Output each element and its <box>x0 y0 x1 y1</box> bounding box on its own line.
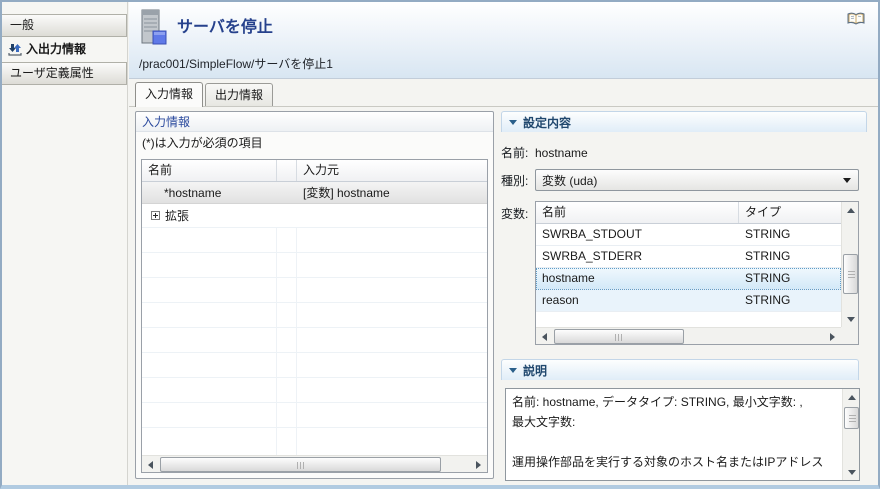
desc-line: 最大文字数: <box>512 412 839 432</box>
dropdown-arrow-icon <box>843 178 851 183</box>
desc-line: 運用操作部品を実行する対象のホスト名またはIPアドレス <box>512 452 839 472</box>
page-header: サーバを停止 /prac001/SimpleFlow/サーバを停止1 <box>129 2 878 79</box>
table-row-expand[interactable]: 拡張 <box>142 204 487 228</box>
type-label: 種別: <box>501 172 535 189</box>
variables-label: 変数: <box>501 201 535 222</box>
table-row-hostname[interactable]: *hostname [変数] hostname <box>142 182 487 204</box>
required-note: (*)は入力が必須の項目 <box>136 132 493 154</box>
hscrollbar-thumb[interactable] <box>554 329 684 344</box>
description-box[interactable]: 名前: hostname, データタイプ: STRING, 最小文字数: , 最… <box>505 388 860 481</box>
scroll-down-arrow-icon[interactable] <box>842 311 859 327</box>
column-header-source[interactable]: 入力元 <box>297 160 487 181</box>
input-table-hscrollbar[interactable] <box>142 455 487 472</box>
main-area: サーバを停止 /prac001/SimpleFlow/サーバを停止1 入力情報 … <box>129 2 878 485</box>
var-column-type[interactable]: タイプ <box>739 202 841 223</box>
sidebar-item-label: 入出力情報 <box>26 39 86 60</box>
vscrollbar-thumb[interactable] <box>844 407 859 429</box>
description-section-title: 説明 <box>523 362 547 379</box>
input-table: 名前 入力元 *hostname [変数] hostname 拡張 <box>141 159 488 473</box>
scroll-left-arrow-icon[interactable] <box>536 328 553 345</box>
tab-content: 入力情報 (*)は入力が必須の項目 名前 入力元 *hostname [変数] … <box>129 107 878 485</box>
scroll-right-arrow-icon[interactable] <box>470 456 487 473</box>
scroll-left-arrow-icon[interactable] <box>142 456 159 473</box>
name-value: hostname <box>535 146 588 160</box>
type-select-value: 変数 (uda) <box>542 172 597 189</box>
description-section-header[interactable]: 説明 <box>501 359 859 380</box>
page-title: サーバを停止 <box>177 9 273 47</box>
var-row-hostname[interactable]: hostname STRING <box>536 268 841 290</box>
variables-table-header: 名前 タイプ <box>536 202 841 224</box>
input-table-header: 名前 入力元 <box>142 160 487 182</box>
tab-label: 入力情報 <box>145 87 193 101</box>
sidebar-item-label: 一般 <box>10 18 34 32</box>
vscrollbar-thumb[interactable] <box>843 254 858 294</box>
empty-row <box>142 353 487 378</box>
var-column-name[interactable]: 名前 <box>536 202 739 223</box>
desc-line <box>512 432 839 452</box>
empty-row <box>142 403 487 428</box>
description-vscrollbar[interactable] <box>842 389 859 480</box>
var-row-swrba-stdout[interactable]: SWRBA_STDOUT STRING <box>536 224 841 246</box>
tab-input-info[interactable]: 入力情報 <box>135 82 203 107</box>
hscrollbar-thumb[interactable] <box>160 457 441 472</box>
cell-name: 拡張 <box>165 204 189 227</box>
settings-section-header[interactable]: 設定内容 <box>501 111 867 132</box>
settings-column: 設定内容 名前: hostname 種別: 変数 (uda) 変数: <box>501 111 867 485</box>
empty-row <box>142 328 487 353</box>
tab-bar: 入力情報 出力情報 <box>129 80 878 107</box>
input-info-panel: 入力情報 (*)は入力が必須の項目 名前 入力元 *hostname [変数] … <box>135 111 494 479</box>
empty-row <box>142 278 487 303</box>
empty-row <box>142 378 487 403</box>
variables-table: 名前 タイプ SWRBA_STDOUT STRING SWRBA_STDERR … <box>535 201 859 345</box>
desc-line: 名前: hostname, データタイプ: STRING, 最小文字数: , <box>512 392 839 412</box>
empty-row <box>142 228 487 253</box>
empty-row <box>142 253 487 278</box>
input-panel-title: 入力情報 <box>136 112 493 132</box>
sidebar-item-io-info[interactable]: 入出力情報 <box>2 38 127 61</box>
sidebar-item-label: ユーザ定義属性 <box>10 66 94 80</box>
name-label: 名前: <box>501 144 535 161</box>
scroll-up-arrow-icon[interactable] <box>842 202 859 218</box>
scroll-up-arrow-icon[interactable] <box>843 389 860 405</box>
variables-vscrollbar[interactable] <box>841 202 858 327</box>
scroll-right-arrow-icon[interactable] <box>824 328 841 345</box>
type-select[interactable]: 変数 (uda) <box>535 169 859 191</box>
help-book-icon[interactable] <box>847 12 865 26</box>
cell-name: *hostname <box>142 182 277 203</box>
column-header-name[interactable]: 名前 <box>142 160 277 181</box>
cell-source: [変数] hostname <box>297 182 487 203</box>
description-text: 名前: hostname, データタイプ: STRING, 最小文字数: , 最… <box>512 392 839 478</box>
properties-window: 一般 入出力情報 ユーザ定義属性 <box>0 0 880 489</box>
settings-section-title: 設定内容 <box>523 114 571 131</box>
expand-plus-icon[interactable] <box>151 211 160 220</box>
tab-output-info[interactable]: 出力情報 <box>205 83 273 106</box>
var-row-swrba-stderr[interactable]: SWRBA_STDERR STRING <box>536 246 841 268</box>
breadcrumb-path: /prac001/SimpleFlow/サーバを停止1 <box>139 55 333 72</box>
column-header-spacer <box>277 160 297 181</box>
collapse-triangle-icon <box>509 120 517 125</box>
tab-label: 出力情報 <box>215 88 263 102</box>
var-row-reason[interactable]: reason STRING <box>536 290 841 312</box>
empty-row <box>142 303 487 328</box>
variables-hscrollbar[interactable] <box>536 327 841 344</box>
sidebar: 一般 入出力情報 ユーザ定義属性 <box>2 2 128 485</box>
sidebar-item-user-attrs[interactable]: ユーザ定義属性 <box>2 62 127 85</box>
empty-row <box>142 428 487 455</box>
input-output-icon <box>8 43 22 56</box>
sidebar-item-general[interactable]: 一般 <box>2 14 127 37</box>
server-icon <box>139 9 169 47</box>
scrollbar-corner <box>841 327 858 344</box>
collapse-triangle-icon <box>509 368 517 373</box>
scroll-down-arrow-icon[interactable] <box>843 464 860 480</box>
